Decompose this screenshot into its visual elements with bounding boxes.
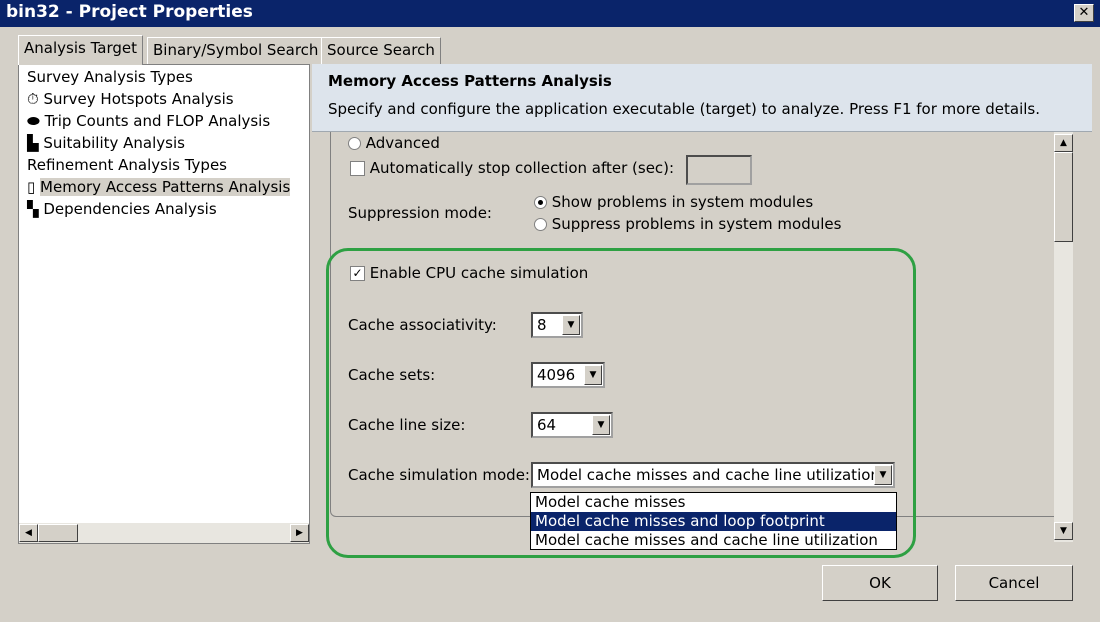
tree-item-suitability[interactable]: ▙ Suitability Analysis [27, 134, 185, 152]
cancel-button[interactable]: Cancel [955, 565, 1073, 601]
tree-item-memory-access[interactable]: ▯ Memory Access Patterns Analysis [27, 178, 291, 196]
ok-button[interactable]: OK [822, 565, 938, 601]
radio-label: Suppress problems in system modules [551, 215, 842, 233]
tree-group-refinement: Refinement Analysis Types [27, 156, 227, 174]
scroll-left-button[interactable]: ◀ [19, 524, 38, 542]
chevron-down-icon[interactable]: ▼ [584, 365, 602, 385]
tab-source-search[interactable]: Source Search [321, 37, 441, 64]
advanced-label: Advanced [365, 134, 440, 152]
simulation-mode-dropdown: Model cache misses Model cache misses an… [530, 492, 897, 550]
scroll-up-button[interactable]: ▲ [1054, 134, 1073, 152]
auto-stop-checkbox[interactable]: Automatically stop collection after (sec… [350, 159, 674, 177]
radio-label: Show problems in system modules [551, 193, 814, 211]
puzzle-icon: ▙ [27, 134, 39, 152]
dependencies-icon: ▚ [27, 200, 39, 218]
tab-analysis-target[interactable]: Analysis Target [18, 35, 143, 65]
vertical-scrollbar[interactable]: ▲ ▼ [1054, 132, 1073, 542]
tree-group-survey: Survey Analysis Types [27, 68, 193, 86]
scroll-thumb[interactable] [1054, 152, 1073, 242]
advanced-radio[interactable]: Advanced [348, 134, 440, 152]
cache-sets-select[interactable]: 4096 ▼ [531, 362, 605, 388]
line-size-select[interactable]: 64 ▼ [531, 412, 613, 438]
auto-stop-label: Automatically stop collection after (sec… [369, 159, 675, 177]
cache-sets-label: Cache sets: [348, 366, 436, 384]
tree-item-label: Dependencies Analysis [43, 200, 217, 218]
tree-item-label: Memory Access Patterns Analysis [40, 178, 291, 196]
line-size-label: Cache line size: [348, 416, 466, 434]
chevron-down-icon[interactable]: ▼ [874, 465, 892, 485]
cache-simulation-checkbox[interactable]: ✓ Enable CPU cache simulation [350, 264, 588, 282]
simulation-mode-select[interactable]: Model cache misses and cache line utiliz… [531, 462, 895, 488]
dropdown-option[interactable]: Model cache misses and cache line utiliz… [531, 531, 896, 550]
page-title: Memory Access Patterns Analysis [328, 72, 612, 90]
title-bar: bin32 - Project Properties [0, 0, 1100, 27]
tree-item-label: Suitability Analysis [43, 134, 185, 152]
memory-icon: ▯ [27, 178, 36, 196]
dropdown-option[interactable]: Model cache misses [531, 493, 896, 512]
scroll-down-button[interactable]: ▼ [1054, 522, 1073, 540]
stopwatch-icon: ⏱ [27, 90, 39, 108]
suppression-label: Suppression mode: [348, 204, 492, 222]
associativity-label: Cache associativity: [348, 316, 497, 334]
show-problems-radio[interactable]: Show problems in system modules [534, 193, 813, 211]
simulation-mode-label: Cache simulation mode: [348, 466, 530, 484]
dropdown-option-highlighted[interactable]: Model cache misses and loop footprint [531, 512, 896, 531]
associativity-select[interactable]: 8 ▼ [531, 312, 583, 338]
window-title: bin32 - Project Properties [6, 2, 253, 22]
page-description: Specify and configure the application ex… [328, 100, 1041, 118]
cache-simulation-label: Enable CPU cache simulation [369, 264, 589, 282]
chevron-down-icon[interactable]: ▼ [562, 315, 580, 335]
tab-binary-symbol-search[interactable]: Binary/Symbol Search [147, 37, 325, 64]
page-header: Memory Access Patterns Analysis Specify … [312, 64, 1092, 132]
chevron-down-icon[interactable]: ▼ [592, 415, 610, 435]
scroll-thumb[interactable] [38, 524, 78, 542]
tree-item-label: Trip Counts and FLOP Analysis [44, 112, 271, 130]
tree-item-trip-counts[interactable]: ⬬ Trip Counts and FLOP Analysis [27, 112, 270, 130]
scroll-right-button[interactable]: ▶ [290, 524, 309, 542]
ring-icon: ⬬ [27, 112, 40, 130]
auto-stop-input[interactable] [686, 155, 752, 185]
suppress-problems-radio[interactable]: Suppress problems in system modules [534, 215, 841, 233]
close-button[interactable]: ✕ [1074, 4, 1094, 22]
analysis-type-tree: Survey Analysis Types ⏱ Survey Hotspots … [18, 64, 310, 544]
tree-item-survey-hotspots[interactable]: ⏱ Survey Hotspots Analysis [27, 90, 234, 108]
horizontal-scrollbar[interactable]: ◀ ▶ [19, 523, 309, 543]
tree-item-dependencies[interactable]: ▚ Dependencies Analysis [27, 200, 217, 218]
tree-item-label: Survey Hotspots Analysis [43, 90, 234, 108]
